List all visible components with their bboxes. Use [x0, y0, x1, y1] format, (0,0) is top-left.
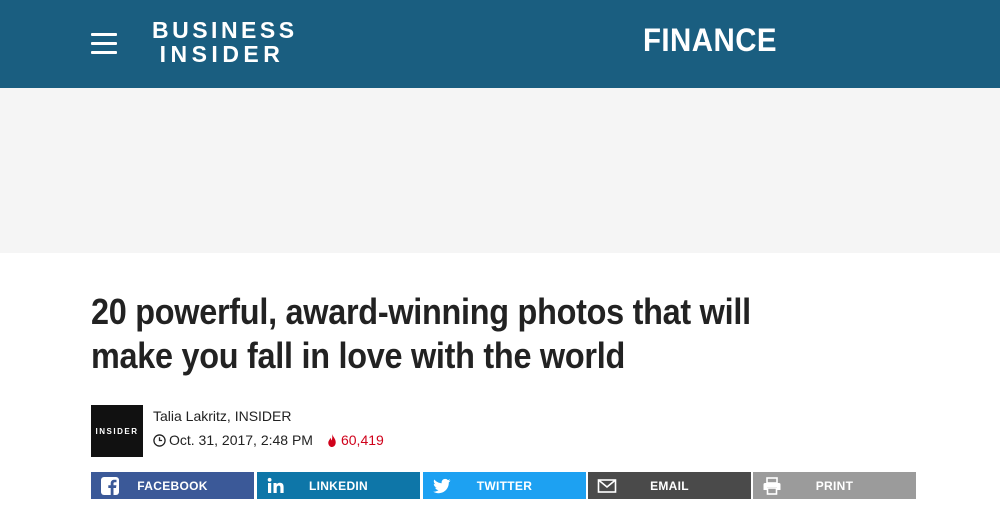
- site-header: BUSINESS INSIDER FINANCE: [0, 0, 1000, 88]
- hamburger-icon[interactable]: [91, 33, 117, 55]
- share-linkedin-button[interactable]: LINKEDIN: [257, 472, 420, 499]
- ad-placeholder: [0, 88, 1000, 253]
- share-print-button[interactable]: PRINT: [753, 472, 916, 499]
- section-title[interactable]: FINANCE: [609, 22, 811, 59]
- view-count-value: 60,419: [340, 432, 384, 448]
- source-logo[interactable]: INSIDER: [91, 405, 143, 457]
- share-twitter-label: TWITTER: [476, 479, 533, 493]
- share-facebook-button[interactable]: FACEBOOK: [91, 472, 254, 499]
- site-logo[interactable]: BUSINESS INSIDER: [152, 17, 298, 67]
- article-meta: Oct. 31, 2017, 2:48 PM 60,419: [153, 432, 384, 448]
- share-email-button[interactable]: EMAIL: [588, 472, 751, 499]
- clock-icon: [153, 433, 166, 447]
- share-facebook-label: FACEBOOK: [137, 479, 208, 493]
- share-twitter-button[interactable]: TWITTER: [423, 472, 586, 499]
- logo-line-1: BUSINESS: [152, 17, 298, 43]
- article-headline: 20 powerful, award-winning photos that w…: [91, 291, 751, 376]
- flame-icon: [328, 433, 336, 447]
- publish-timestamp: Oct. 31, 2017, 2:48 PM: [169, 432, 313, 448]
- view-count: 60,419: [327, 432, 384, 448]
- share-linkedin-label: LINKEDIN: [308, 479, 369, 493]
- share-print-label: PRINT: [815, 479, 854, 493]
- share-email-label: EMAIL: [650, 479, 689, 493]
- logo-line-2: INSIDER: [159, 41, 285, 67]
- share-bar: FACEBOOK LINKEDIN TWITTER EMAIL PRINT: [91, 472, 916, 499]
- author-name[interactable]: Talia Lakritz, INSIDER: [153, 408, 291, 424]
